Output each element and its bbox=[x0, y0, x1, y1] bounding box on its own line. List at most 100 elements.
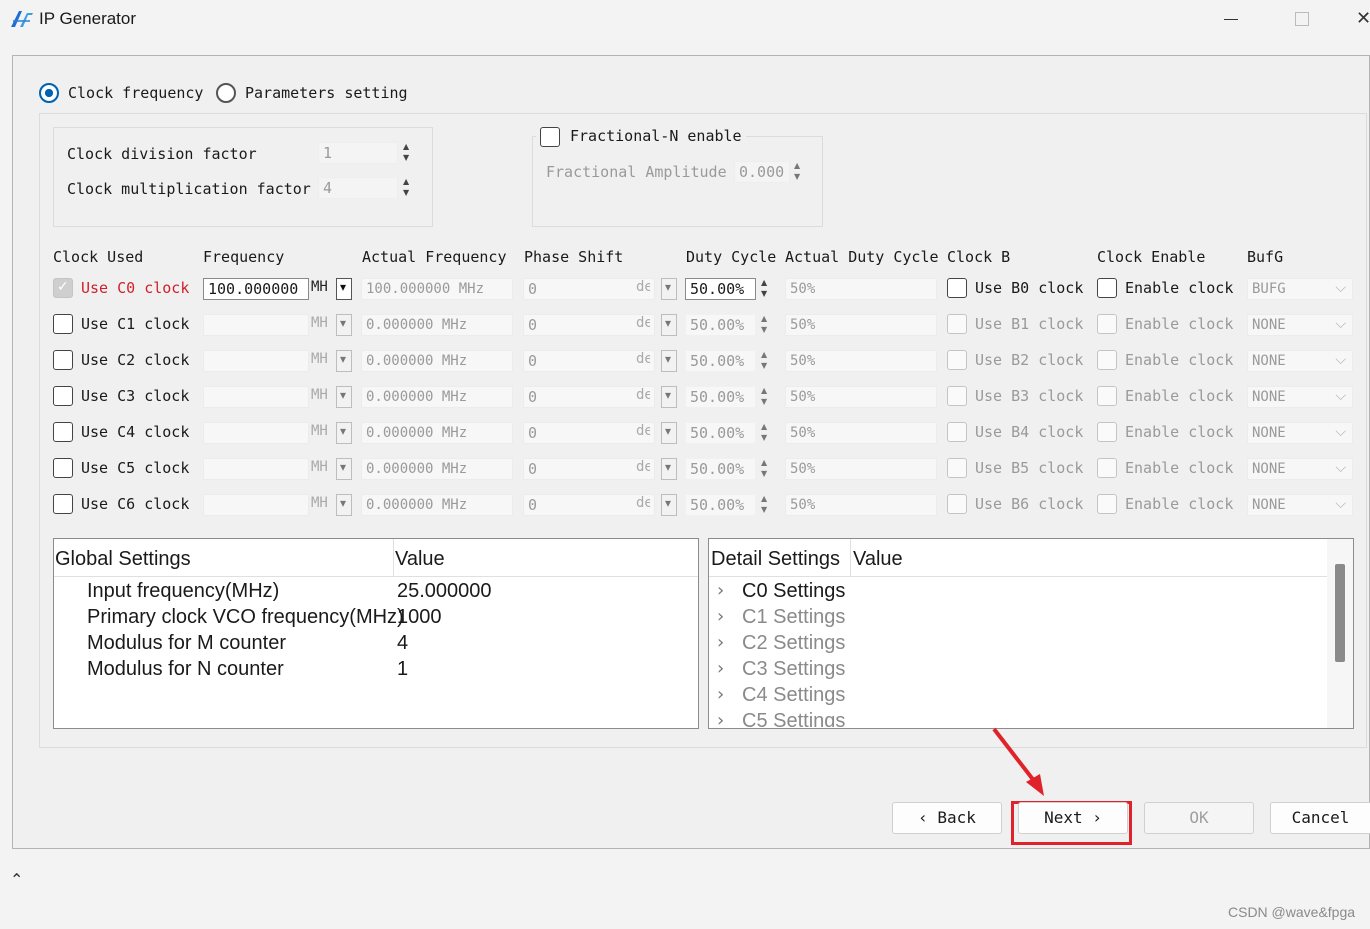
fractional-amplitude-input[interactable]: 0.000 bbox=[734, 161, 790, 183]
use-b-clock-checkbox[interactable] bbox=[947, 350, 967, 370]
use-clock-checkbox[interactable] bbox=[53, 422, 73, 442]
detail-settings-item[interactable]: C5 Settings bbox=[742, 710, 845, 727]
use-b-clock-checkbox[interactable] bbox=[947, 422, 967, 442]
use-b-clock-checkbox[interactable] bbox=[947, 386, 967, 406]
clock-frequency-radio[interactable] bbox=[39, 83, 59, 103]
enable-clock-checkbox[interactable] bbox=[1097, 494, 1117, 514]
duty-cycle-input[interactable]: 50.00% bbox=[685, 422, 756, 444]
multiplication-factor-input[interactable]: 4 bbox=[318, 177, 398, 199]
enable-clock-checkbox[interactable] bbox=[1097, 314, 1117, 334]
multiplication-factor-stepper[interactable] bbox=[400, 177, 416, 199]
detail-settings-item[interactable]: C2 Settings bbox=[742, 632, 845, 655]
detail-settings-item[interactable]: C1 Settings bbox=[742, 606, 845, 629]
duty-cycle-input[interactable]: 50.00% bbox=[685, 494, 756, 516]
chevron-up-icon[interactable]: ⌃ bbox=[10, 870, 23, 889]
phase-unit-dropdown[interactable] bbox=[661, 422, 677, 444]
duty-cycle-input[interactable]: 50.00% bbox=[685, 350, 756, 372]
frequency-unit-dropdown[interactable] bbox=[336, 386, 352, 408]
close-icon[interactable]: ✕ bbox=[1356, 8, 1370, 29]
duty-cycle-stepper[interactable] bbox=[758, 458, 774, 480]
phase-unit-dropdown[interactable] bbox=[661, 458, 677, 480]
duty-cycle-stepper[interactable] bbox=[758, 422, 774, 444]
frequency-input[interactable] bbox=[203, 350, 309, 372]
duty-cycle-stepper[interactable] bbox=[758, 314, 774, 336]
use-b-clock-checkbox[interactable] bbox=[947, 494, 967, 514]
frequency-unit-dropdown[interactable] bbox=[336, 350, 352, 372]
expand-chevron-icon[interactable]: › bbox=[717, 632, 724, 653]
maximize-icon[interactable] bbox=[1295, 12, 1309, 26]
bufg-select[interactable]: NONE bbox=[1247, 422, 1353, 444]
global-setting-value[interactable]: 1 bbox=[397, 658, 408, 681]
parameters-setting-radio[interactable] bbox=[216, 83, 236, 103]
duty-cycle-stepper[interactable] bbox=[758, 350, 774, 372]
frequency-input[interactable] bbox=[203, 458, 309, 480]
expand-chevron-icon[interactable]: › bbox=[717, 684, 724, 705]
use-clock-checkbox[interactable] bbox=[53, 386, 73, 406]
use-clock-checkbox[interactable] bbox=[53, 494, 73, 514]
phase-unit-dropdown[interactable] bbox=[661, 278, 677, 300]
division-factor-input[interactable]: 1 bbox=[318, 142, 398, 164]
duty-cycle-input[interactable]: 50.00% bbox=[685, 386, 756, 408]
global-setting-name[interactable]: Modulus for M counter bbox=[87, 632, 286, 655]
global-setting-value[interactable]: 25.000000 bbox=[397, 580, 492, 603]
use-b-clock-checkbox[interactable] bbox=[947, 458, 967, 478]
frequency-unit-dropdown[interactable] bbox=[336, 314, 352, 336]
duty-cycle-input[interactable]: 50.00% bbox=[685, 458, 756, 480]
phase-unit-dropdown[interactable] bbox=[661, 350, 677, 372]
detail-settings-item[interactable]: C4 Settings bbox=[742, 684, 845, 707]
division-factor-stepper[interactable] bbox=[400, 142, 416, 164]
duty-cycle-stepper[interactable] bbox=[758, 494, 774, 516]
global-settings-header[interactable]: Global Settings bbox=[55, 548, 191, 571]
use-clock-checkbox[interactable] bbox=[53, 458, 73, 478]
cancel-button[interactable]: Cancel bbox=[1270, 802, 1370, 834]
bufg-select[interactable]: NONE bbox=[1247, 458, 1353, 480]
expand-chevron-icon[interactable]: › bbox=[717, 606, 724, 627]
duty-cycle-stepper[interactable] bbox=[758, 278, 774, 300]
enable-clock-checkbox[interactable] bbox=[1097, 386, 1117, 406]
use-clock-checkbox[interactable] bbox=[53, 314, 73, 334]
detail-scrollbar-thumb[interactable] bbox=[1335, 564, 1345, 662]
duty-cycle-input[interactable]: 50.00% bbox=[685, 278, 756, 300]
frequency-unit-dropdown[interactable] bbox=[336, 458, 352, 480]
bufg-select[interactable]: NONE bbox=[1247, 350, 1353, 372]
frequency-input[interactable] bbox=[203, 494, 309, 516]
enable-clock-checkbox[interactable] bbox=[1097, 278, 1117, 298]
next-button[interactable]: Next › bbox=[1018, 802, 1128, 834]
expand-chevron-icon[interactable]: › bbox=[717, 658, 724, 679]
global-value-header[interactable]: Value bbox=[395, 548, 445, 571]
detail-settings-header[interactable]: Detail Settings bbox=[711, 548, 840, 571]
global-setting-value[interactable]: 4 bbox=[397, 632, 408, 655]
detail-value-header[interactable]: Value bbox=[853, 548, 903, 571]
ok-button[interactable]: OK bbox=[1144, 802, 1254, 834]
duty-cycle-input[interactable]: 50.00% bbox=[685, 314, 756, 336]
frequency-input[interactable]: 100.000000 bbox=[203, 278, 309, 300]
frequency-input[interactable] bbox=[203, 314, 309, 336]
use-b-clock-checkbox[interactable] bbox=[947, 314, 967, 334]
fractional-amplitude-stepper[interactable] bbox=[791, 161, 807, 183]
frequency-unit-dropdown[interactable] bbox=[336, 494, 352, 516]
fractional-n-checkbox[interactable] bbox=[540, 127, 560, 147]
frequency-unit-dropdown[interactable] bbox=[336, 422, 352, 444]
bufg-select[interactable]: NONE bbox=[1247, 386, 1353, 408]
minimize-icon[interactable] bbox=[1224, 19, 1238, 20]
enable-clock-checkbox[interactable] bbox=[1097, 458, 1117, 478]
frequency-input[interactable] bbox=[203, 422, 309, 444]
global-setting-name[interactable]: Modulus for N counter bbox=[87, 658, 284, 681]
phase-unit-dropdown[interactable] bbox=[661, 314, 677, 336]
detail-settings-item[interactable]: C3 Settings bbox=[742, 658, 845, 681]
use-clock-checkbox[interactable] bbox=[53, 278, 73, 298]
enable-clock-checkbox[interactable] bbox=[1097, 350, 1117, 370]
global-setting-value[interactable]: 1000 bbox=[397, 606, 442, 629]
back-button[interactable]: ‹ Back bbox=[892, 802, 1002, 834]
bufg-select[interactable]: BUFG bbox=[1247, 278, 1353, 300]
bufg-select[interactable]: NONE bbox=[1247, 314, 1353, 336]
use-b-clock-checkbox[interactable] bbox=[947, 278, 967, 298]
bufg-select[interactable]: NONE bbox=[1247, 494, 1353, 516]
global-setting-name[interactable]: Primary clock VCO frequency(MHz) bbox=[87, 606, 404, 629]
expand-chevron-icon[interactable]: › bbox=[717, 580, 724, 601]
global-setting-name[interactable]: Input frequency(MHz) bbox=[87, 580, 279, 603]
detail-settings-item[interactable]: C0 Settings bbox=[742, 580, 845, 603]
duty-cycle-stepper[interactable] bbox=[758, 386, 774, 408]
expand-chevron-icon[interactable]: › bbox=[717, 710, 724, 727]
phase-unit-dropdown[interactable] bbox=[661, 494, 677, 516]
